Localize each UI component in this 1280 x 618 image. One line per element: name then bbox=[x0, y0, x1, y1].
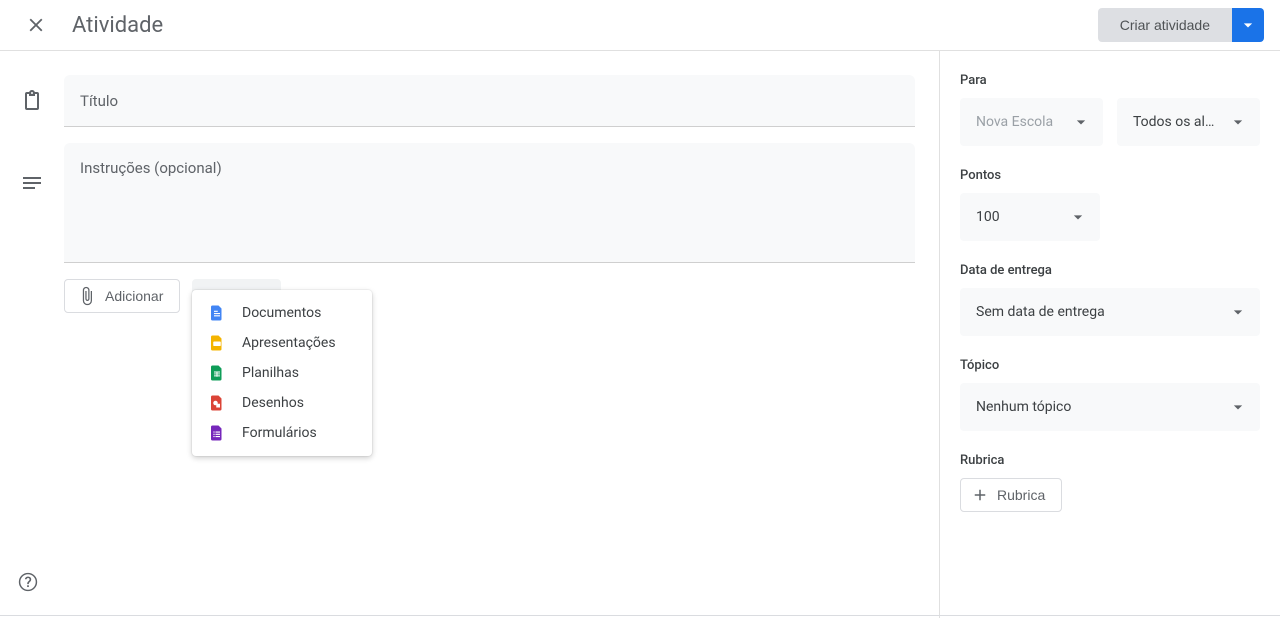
attachment-icon bbox=[77, 286, 97, 306]
topbar: Atividade Criar atividade bbox=[0, 0, 1280, 51]
topic-value: Nenhum tópico bbox=[976, 399, 1220, 415]
menu-item-label: Desenhos bbox=[242, 395, 304, 411]
menu-item-forms[interactable]: Formulários bbox=[192, 418, 372, 448]
bottom-divider bbox=[0, 615, 1280, 616]
create-assignment-button[interactable]: Criar atividade bbox=[1098, 8, 1232, 42]
add-button[interactable]: Adicionar bbox=[64, 279, 180, 313]
sheets-icon bbox=[208, 362, 226, 384]
caret-down-icon bbox=[1071, 112, 1091, 132]
due-label: Data de entrega bbox=[960, 263, 1260, 278]
main-content: Adicionar Criar Documentos Apresentações… bbox=[0, 51, 940, 618]
close-icon bbox=[25, 14, 47, 36]
menu-item-docs[interactable]: Documentos bbox=[192, 298, 372, 328]
menu-item-label: Documentos bbox=[242, 305, 321, 321]
add-button-label: Adicionar bbox=[105, 288, 163, 304]
help-icon bbox=[17, 571, 39, 593]
page-title: Atividade bbox=[72, 13, 163, 38]
caret-down-icon bbox=[1068, 207, 1088, 227]
help-button[interactable] bbox=[14, 568, 42, 596]
description-icon bbox=[20, 171, 44, 195]
rubric-button-label: Rubrica bbox=[997, 487, 1045, 503]
menu-item-label: Planilhas bbox=[242, 365, 299, 381]
menu-item-sheets[interactable]: Planilhas bbox=[192, 358, 372, 388]
title-field-container bbox=[64, 75, 915, 127]
forms-icon bbox=[208, 422, 226, 444]
title-input[interactable] bbox=[80, 92, 899, 110]
plus-icon bbox=[971, 486, 989, 504]
assignment-icon bbox=[20, 89, 44, 113]
topic-select[interactable]: Nenhum tópico bbox=[960, 383, 1260, 431]
rubric-label: Rubrica bbox=[960, 453, 1260, 468]
create-assignment-dropdown[interactable] bbox=[1232, 8, 1264, 42]
create-dropdown-menu: Documentos Apresentações Planilhas Desen… bbox=[192, 290, 372, 456]
slides-icon bbox=[208, 332, 226, 354]
menu-item-slides[interactable]: Apresentações bbox=[192, 328, 372, 358]
topic-label: Tópico bbox=[960, 358, 1260, 373]
caret-down-icon bbox=[1238, 15, 1258, 35]
caret-down-icon bbox=[1228, 302, 1248, 322]
class-select-value: Nova Escola bbox=[976, 114, 1063, 130]
due-date-value: Sem data de entrega bbox=[976, 304, 1220, 320]
class-select[interactable]: Nova Escola bbox=[960, 98, 1103, 146]
menu-item-label: Apresentações bbox=[242, 335, 336, 351]
instructions-input[interactable] bbox=[80, 159, 899, 246]
points-select[interactable]: 100 bbox=[960, 193, 1100, 241]
students-select-value: Todos os alu… bbox=[1133, 114, 1220, 130]
points-label: Pontos bbox=[960, 168, 1260, 183]
caret-down-icon bbox=[1228, 112, 1248, 132]
drawings-icon bbox=[208, 392, 226, 414]
docs-icon bbox=[208, 302, 226, 324]
due-date-select[interactable]: Sem data de entrega bbox=[960, 288, 1260, 336]
menu-item-label: Formulários bbox=[242, 425, 317, 441]
menu-item-drawings[interactable]: Desenhos bbox=[192, 388, 372, 418]
rubric-button[interactable]: Rubrica bbox=[960, 478, 1062, 512]
students-select[interactable]: Todos os alu… bbox=[1117, 98, 1260, 146]
caret-down-icon bbox=[1228, 397, 1248, 417]
close-button[interactable] bbox=[16, 5, 56, 45]
for-label: Para bbox=[960, 73, 1260, 88]
instructions-field-container bbox=[64, 143, 915, 263]
points-value: 100 bbox=[976, 209, 1060, 225]
sidebar: Para Nova Escola Todos os alu… Pontos 10… bbox=[940, 51, 1280, 618]
